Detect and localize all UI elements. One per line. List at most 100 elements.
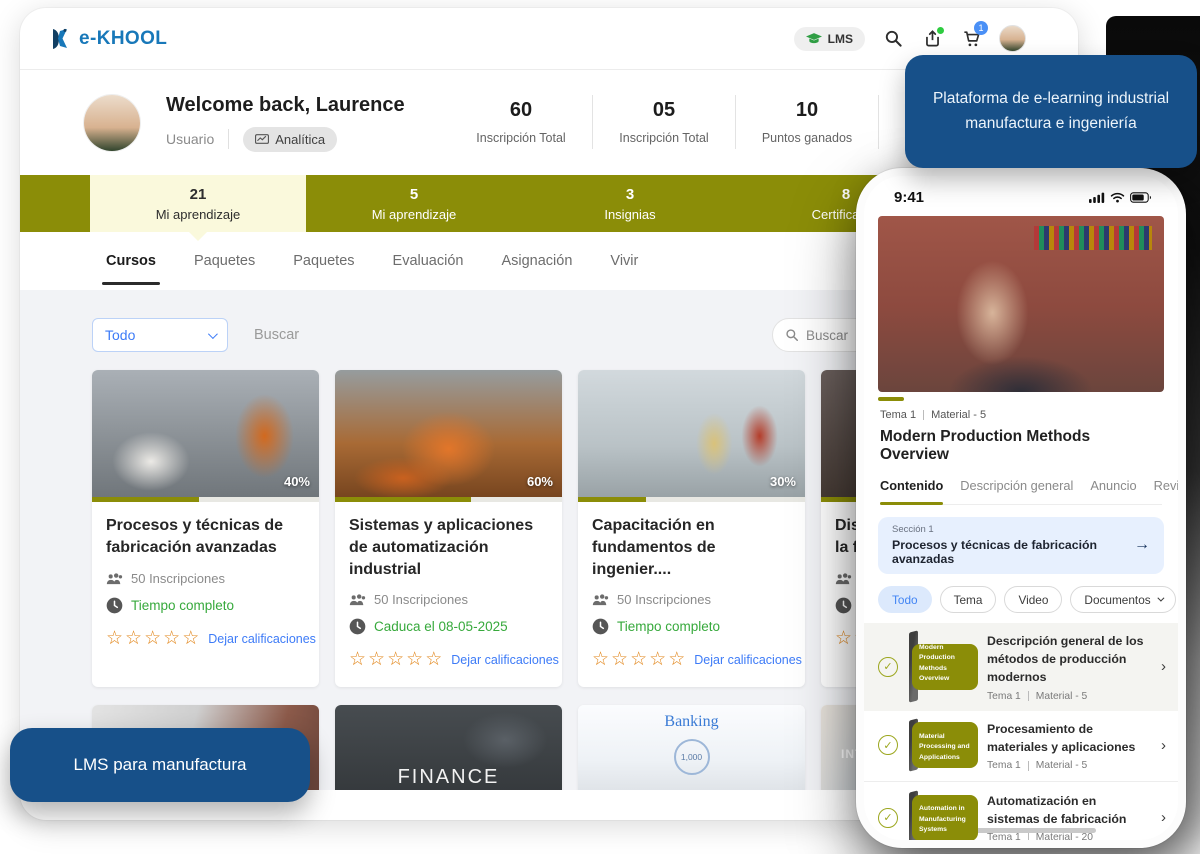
progress-badge: 40%: [284, 474, 310, 489]
progress-badge: 30%: [770, 474, 796, 489]
chip-video[interactable]: Video: [1004, 586, 1062, 613]
star-icon[interactable]: [144, 629, 161, 648]
tab-evaluacion[interactable]: Evaluación: [393, 253, 464, 269]
lesson-thumbnail: Modern Production Methods Overview: [912, 644, 978, 690]
rating-row: Dejar calificaciones: [592, 650, 791, 669]
rate-link[interactable]: Dejar calificaciones: [451, 653, 559, 667]
signal-icon: [1089, 192, 1105, 203]
meta-topic: Tema 1: [987, 832, 1021, 840]
brand-logo[interactable]: e-KHOOL: [48, 27, 167, 51]
tab-paquetes-2[interactable]: Paquetes: [293, 253, 354, 269]
analytics-badge[interactable]: Analítica: [243, 127, 337, 152]
tab-contenido[interactable]: Contenido: [880, 478, 943, 493]
chip-documentos-label: Documentos: [1084, 593, 1150, 607]
status-icons: [1089, 192, 1152, 203]
tab-count: 5: [410, 186, 418, 203]
tab-count: 3: [626, 186, 634, 203]
availability-row: Tiempo completo: [106, 597, 305, 614]
phone-status-bar: 9:41: [864, 176, 1178, 208]
chip-todo[interactable]: Todo: [878, 586, 932, 613]
profile-avatar[interactable]: [84, 95, 140, 151]
stat-label: Inscripción Total: [450, 131, 592, 145]
chip-tema[interactable]: Tema: [940, 586, 997, 613]
chevron-right-icon[interactable]: ›: [1161, 737, 1166, 754]
tab-cursos[interactable]: Cursos: [106, 253, 156, 269]
search-button[interactable]: [882, 28, 904, 50]
star-icon[interactable]: [611, 650, 628, 669]
brand-name: e-KHOOL: [79, 28, 167, 50]
star-icon[interactable]: [349, 650, 366, 669]
learning-tab-my-learning-active[interactable]: 21 Mi aprendizaje: [90, 175, 306, 232]
course-card-2[interactable]: 60% Sistemas y aplicaciones de automatiz…: [335, 370, 562, 687]
availability-text: Caduca el 08-05-2025: [374, 619, 508, 634]
star-icon[interactable]: [406, 650, 423, 669]
enrollment-count: 50 Inscripciones: [131, 571, 225, 586]
star-icon[interactable]: [425, 650, 442, 669]
course-image: 40%: [92, 370, 319, 497]
lesson-item-title: Automatización en sistemas de fabricació…: [987, 794, 1126, 826]
lesson-item-2[interactable]: ✓ Material Processing and Applications P…: [864, 711, 1178, 780]
battery-icon: [1130, 192, 1152, 203]
chip-documentos[interactable]: Documentos: [1070, 586, 1175, 613]
tab-descripcion-general[interactable]: Descripción general: [960, 478, 1073, 493]
course-title: Capacitación en fundamentos de ingenier.…: [592, 515, 791, 581]
lesson-thumbnail: Automation in Manufacturing Systems: [912, 795, 978, 840]
divider: [228, 129, 229, 149]
lesson-meta: Tema 1 Material - 5: [880, 409, 1162, 421]
learning-tab-my-learning[interactable]: 5 Mi aprendizaje: [306, 175, 522, 232]
lesson-video-thumbnail[interactable]: [878, 216, 1164, 392]
divider: [1028, 833, 1029, 840]
star-icon[interactable]: [182, 629, 199, 648]
star-icon[interactable]: [649, 650, 666, 669]
user-avatar[interactable]: [999, 25, 1026, 52]
tab-asignacion[interactable]: Asignación: [501, 253, 572, 269]
section-card[interactable]: Sección 1 Procesos y técnicas de fabrica…: [878, 517, 1164, 574]
course-card-banking[interactable]: Banking 1,000: [578, 705, 805, 790]
stat-label: Inscripción Total: [593, 131, 735, 145]
lesson-material: Material - 5: [931, 409, 986, 421]
share-button[interactable]: [921, 28, 943, 50]
lms-badge[interactable]: LMS: [794, 27, 865, 51]
course-card-3[interactable]: 30% Capacitación en fundamentos de ingen…: [578, 370, 805, 687]
star-icon[interactable]: [668, 650, 685, 669]
people-icon: [106, 573, 123, 585]
meta-topic: Tema 1: [987, 691, 1021, 702]
clock-icon: [592, 618, 609, 635]
star-icon[interactable]: [125, 629, 142, 648]
tab-vivir[interactable]: Vivir: [610, 253, 638, 269]
learning-tab-badges[interactable]: 3 Insignias: [522, 175, 738, 232]
chevron-right-icon[interactable]: ›: [1161, 658, 1166, 675]
section-title: Procesos y técnicas de fabricación avanz…: [892, 538, 1126, 566]
course-card-1[interactable]: 40% Procesos y técnicas de fabricación a…: [92, 370, 319, 687]
cart-button[interactable]: 1: [960, 28, 982, 50]
rate-link[interactable]: Dejar calificaciones: [694, 653, 802, 667]
course-card-finance[interactable]: FINANCE: [335, 705, 562, 790]
star-icon[interactable]: [630, 650, 647, 669]
stat-points: 10 Puntos ganados: [736, 99, 878, 145]
filter-dropdown[interactable]: Todo: [92, 318, 228, 352]
tab-anuncio[interactable]: Anuncio: [1090, 478, 1136, 493]
lesson-item-1[interactable]: ✓ Modern Production Methods Overview Des…: [864, 623, 1178, 711]
tab-revisar[interactable]: Revisar: [1154, 478, 1178, 493]
star-icon[interactable]: [387, 650, 404, 669]
chevron-right-icon[interactable]: ›: [1161, 809, 1166, 826]
tab-paquetes-1[interactable]: Paquetes: [194, 253, 255, 269]
star-icon[interactable]: [163, 629, 180, 648]
notification-dot: [937, 27, 944, 34]
star-icon[interactable]: [592, 650, 609, 669]
search-icon: [785, 328, 799, 342]
user-role-label: Usuario: [166, 131, 214, 147]
arrow-right-icon[interactable]: →: [1126, 536, 1150, 554]
star-icon[interactable]: [835, 629, 852, 648]
star-icon[interactable]: [368, 650, 385, 669]
stat-enrollment-2: 05 Inscripción Total: [593, 99, 735, 145]
availability-text: Tiempo completo: [617, 619, 720, 634]
lesson-list: ✓ Modern Production Methods Overview Des…: [864, 623, 1178, 840]
progress-badge: 60%: [527, 474, 553, 489]
availability-row: Tiempo completo: [592, 618, 791, 635]
rate-link[interactable]: Dejar calificaciones: [208, 632, 316, 646]
star-icon[interactable]: [106, 629, 123, 648]
welcome-title: Welcome back, Laurence: [166, 94, 405, 117]
meta-material: Material - 5: [1036, 691, 1088, 702]
amount-circle: 1,000: [674, 739, 710, 775]
